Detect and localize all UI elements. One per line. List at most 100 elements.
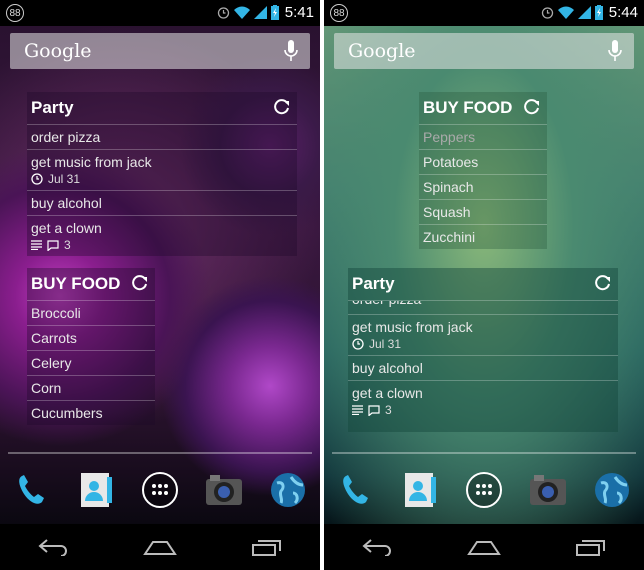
phone-screen-right: 88 5:44 Google BUY FOOD Peppers Potatoes…: [324, 0, 644, 570]
battery-icon: [270, 5, 279, 20]
item-text: Carrots: [31, 330, 77, 346]
phone-app-icon[interactable]: [11, 469, 53, 511]
item-text: get a clown: [352, 385, 423, 401]
list-item[interactable]: Zucchini: [419, 224, 547, 249]
back-icon: [38, 539, 68, 556]
item-text: Spinach: [423, 179, 474, 195]
party-list-widget: Party order pizza get music from jack Ju…: [27, 92, 297, 256]
item-text: Squash: [423, 204, 471, 220]
list-item[interactable]: order pizza: [27, 124, 297, 149]
home-icon: [467, 541, 501, 555]
wifi-icon: [233, 6, 250, 19]
clock: 5:41: [284, 4, 314, 21]
party-list-widget: Party order pizza get music from jack Ju…: [348, 268, 618, 432]
widget-title[interactable]: BUY FOOD: [423, 98, 512, 118]
widget-title[interactable]: BUY FOOD: [31, 274, 120, 294]
notes-icon: [352, 405, 363, 415]
list-item[interactable]: Squash: [419, 199, 547, 224]
widget-title[interactable]: Party: [31, 98, 74, 118]
list-item[interactable]: get a clown 3: [348, 380, 618, 421]
comment-icon: [47, 239, 59, 251]
phone-screen-left: 88 5:41 Google Party order pizza get mus…: [0, 0, 320, 570]
browser-app-icon[interactable]: [591, 469, 633, 511]
item-text: Peppers: [423, 129, 476, 145]
buy-food-list-widget: BUY FOOD Broccoli Carrots Celery Corn Cu…: [27, 268, 155, 425]
alarm-icon: [217, 7, 229, 19]
list-item[interactable]: get music from jack Jul 31: [27, 149, 297, 190]
item-text: order pizza: [31, 129, 101, 145]
clock-icon: [352, 338, 364, 350]
back-button[interactable]: [357, 535, 397, 559]
battery-icon: [594, 5, 603, 20]
camera-app-icon[interactable]: [203, 469, 245, 511]
app-dock: [0, 460, 320, 520]
back-button[interactable]: [33, 535, 73, 559]
list-item[interactable]: get music from jack Jul 31: [348, 314, 618, 355]
google-search-bar[interactable]: Google: [334, 33, 634, 69]
contacts-app-icon[interactable]: [75, 469, 117, 511]
signal-icon: [577, 6, 591, 19]
home-button[interactable]: [140, 535, 180, 559]
due-date: Jul 31: [369, 337, 402, 351]
google-search-bar[interactable]: Google: [10, 33, 310, 69]
item-text: Zucchini: [423, 229, 476, 245]
item-text: get music from jack: [31, 154, 152, 170]
list-item[interactable]: buy alcohol: [348, 355, 618, 380]
list-item[interactable]: Potatoes: [419, 149, 547, 174]
notification-badge[interactable]: 88: [6, 4, 24, 22]
item-text: get music from jack: [352, 319, 473, 335]
widget-title[interactable]: Party: [352, 274, 395, 294]
clock-icon: [31, 173, 43, 185]
microphone-icon[interactable]: [608, 40, 622, 62]
camera-app-icon[interactable]: [527, 469, 569, 511]
comment-count: 3: [64, 238, 71, 252]
google-logo: Google: [348, 40, 416, 62]
google-logo: Google: [24, 40, 92, 62]
comment-count: 3: [385, 403, 392, 417]
recent-apps-icon: [575, 540, 605, 556]
recent-apps-button[interactable]: [571, 535, 611, 559]
list-item[interactable]: get a clown 3: [27, 215, 297, 256]
item-text: Cucumbers: [31, 405, 103, 421]
list-item[interactable]: Carrots: [27, 325, 155, 350]
contacts-app-icon[interactable]: [399, 469, 441, 511]
clock: 5:44: [608, 4, 638, 21]
notification-badge[interactable]: 88: [330, 4, 348, 22]
notes-icon: [31, 240, 42, 250]
phone-app-icon[interactable]: [335, 469, 377, 511]
back-icon: [362, 539, 392, 556]
list-item[interactable]: order pizza: [348, 300, 618, 314]
list-item[interactable]: Cucumbers: [27, 400, 155, 425]
recent-apps-button[interactable]: [247, 535, 287, 559]
navigation-bar: [0, 524, 320, 570]
item-text: buy alcohol: [31, 195, 102, 211]
refresh-icon[interactable]: [594, 274, 612, 292]
list-item[interactable]: Peppers: [419, 124, 547, 149]
list-item[interactable]: Broccoli: [27, 300, 155, 325]
status-bar: 88 5:44: [324, 0, 644, 26]
refresh-icon[interactable]: [273, 98, 291, 116]
browser-app-icon[interactable]: [267, 469, 309, 511]
app-drawer-icon[interactable]: [463, 469, 505, 511]
list-item[interactable]: Celery: [27, 350, 155, 375]
app-dock: [324, 460, 644, 520]
item-text: buy alcohol: [352, 360, 423, 376]
microphone-icon[interactable]: [284, 40, 298, 62]
wifi-icon: [557, 6, 574, 19]
item-text: get a clown: [31, 220, 102, 236]
home-button[interactable]: [464, 535, 504, 559]
item-text: order pizza: [352, 301, 421, 307]
app-drawer-icon[interactable]: [139, 469, 181, 511]
dock-divider: [8, 452, 312, 454]
home-icon: [143, 541, 177, 555]
navigation-bar: [324, 524, 644, 570]
list-item[interactable]: Spinach: [419, 174, 547, 199]
item-text: Potatoes: [423, 154, 479, 170]
status-bar: 88 5:41: [0, 0, 320, 26]
refresh-icon[interactable]: [523, 98, 541, 116]
refresh-icon[interactable]: [131, 274, 149, 292]
signal-icon: [253, 6, 267, 19]
list-item[interactable]: Corn: [27, 375, 155, 400]
list-item[interactable]: buy alcohol: [27, 190, 297, 215]
dock-divider: [332, 452, 636, 454]
